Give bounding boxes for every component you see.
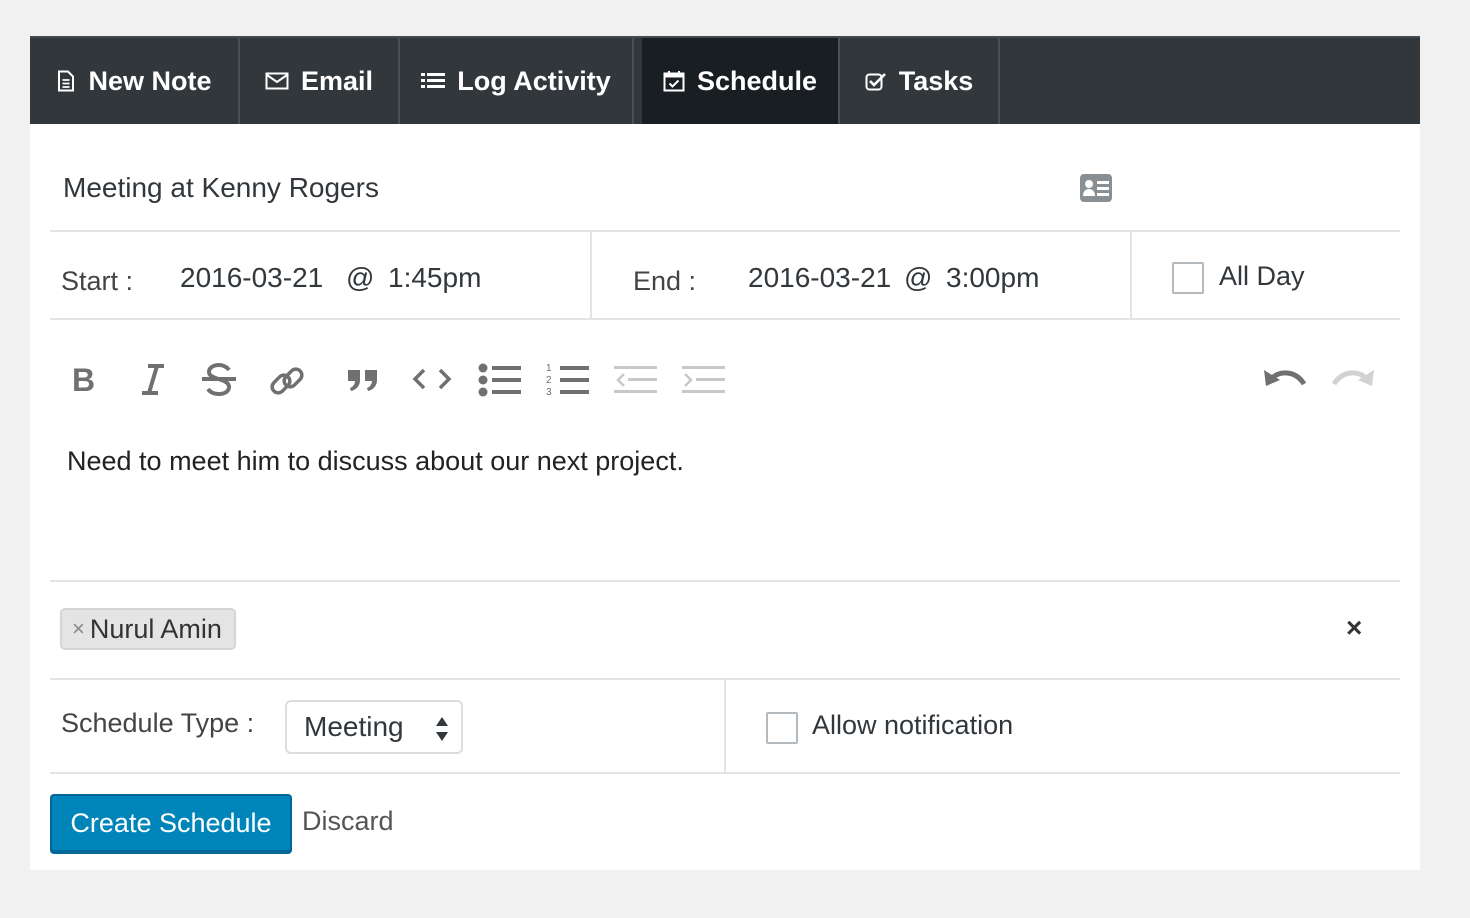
tab-schedule[interactable]: Schedule xyxy=(642,38,840,124)
discard-link[interactable]: Discard xyxy=(302,806,394,837)
activity-panel: New Note Email Log Activity Schedule Tas… xyxy=(30,36,1420,870)
type-row: Schedule Type : Meeting Allow notificati… xyxy=(50,680,1400,774)
allow-notification-checkbox[interactable] xyxy=(766,712,798,744)
start-date-field[interactable]: 2016-03-21 xyxy=(180,262,323,294)
end-date-field[interactable]: 2016-03-21 xyxy=(748,262,891,294)
end-at-sign: @ xyxy=(904,262,933,293)
date-divider xyxy=(1130,232,1132,318)
tab-bar: New Note Email Log Activity Schedule Tas… xyxy=(30,36,1420,124)
strikethrough-icon[interactable] xyxy=(200,362,238,401)
attendees-row: × Nurul Amin × xyxy=(50,582,1400,680)
file-text-icon xyxy=(56,70,76,92)
contact-card-icon[interactable] xyxy=(1080,174,1112,207)
date-row: Start : 2016-03-21 @ 1:45pm End : 2016-0… xyxy=(50,232,1400,320)
redo-icon[interactable] xyxy=(1330,362,1376,401)
tab-tasks[interactable]: Tasks xyxy=(840,38,1000,124)
calendar-check-icon xyxy=(663,70,685,92)
end-label: End : xyxy=(633,266,697,296)
tab-label: Email xyxy=(300,65,374,96)
svg-text:B: B xyxy=(72,362,95,396)
link-icon[interactable] xyxy=(268,362,306,405)
schedule-type-value: Meeting xyxy=(304,711,404,742)
check-square-icon xyxy=(865,71,887,91)
blockquote-icon[interactable] xyxy=(346,362,380,401)
svg-text:3: 3 xyxy=(546,387,552,398)
svg-text:2: 2 xyxy=(546,375,552,386)
bold-icon[interactable]: B xyxy=(70,362,100,401)
tab-new-note[interactable]: New Note xyxy=(30,38,240,124)
schedule-title-input[interactable]: Meeting at Kenny Rogers xyxy=(63,172,379,204)
create-schedule-button[interactable]: Create Schedule xyxy=(50,794,292,852)
attendee-name: Nurul Amin xyxy=(89,613,222,644)
italic-icon[interactable] xyxy=(138,362,168,401)
start-label: Start : xyxy=(61,266,134,296)
tab-label: Tasks xyxy=(898,65,974,96)
undo-icon[interactable] xyxy=(1262,362,1308,401)
type-divider xyxy=(724,680,726,772)
bullet-list-icon[interactable] xyxy=(478,362,522,403)
list-icon xyxy=(421,71,446,91)
schedule-type-select[interactable]: Meeting xyxy=(285,700,463,754)
tab-label: New Note xyxy=(88,65,212,96)
outdent-icon[interactable] xyxy=(614,362,658,403)
all-day-label: All Day xyxy=(1219,261,1305,291)
tab-email[interactable]: Email xyxy=(240,38,400,124)
form-actions: Create Schedule Discard xyxy=(50,794,1400,854)
allow-notification-label: Allow notification xyxy=(812,710,1014,740)
remove-tag-icon[interactable]: × xyxy=(72,616,85,642)
tab-log-activity[interactable]: Log Activity xyxy=(400,38,634,124)
code-icon[interactable] xyxy=(412,362,452,401)
tab-label: Log Activity xyxy=(457,65,611,96)
envelope-icon xyxy=(265,72,289,90)
title-row: Meeting at Kenny Rogers xyxy=(50,124,1400,232)
end-time-field[interactable]: 3:00pm xyxy=(946,262,1039,294)
date-divider xyxy=(590,232,592,318)
svg-text:1: 1 xyxy=(546,363,552,374)
all-day-checkbox[interactable] xyxy=(1172,262,1204,294)
tab-label: Schedule xyxy=(696,65,818,96)
attendee-tag: × Nurul Amin xyxy=(60,608,236,650)
clear-attendees-icon[interactable]: × xyxy=(1346,612,1362,644)
editor-body[interactable]: Need to meet him to discuss about our ne… xyxy=(67,446,684,477)
select-arrows-icon xyxy=(435,716,449,749)
indent-icon[interactable] xyxy=(682,362,726,403)
editor-row: B 1 2 3 Need to meet him to discuss abou… xyxy=(50,320,1400,582)
numbered-list-icon[interactable]: 123 xyxy=(546,362,590,403)
start-time-field[interactable]: 1:45pm xyxy=(388,262,481,294)
schedule-type-label: Schedule Type : xyxy=(61,708,255,738)
start-at-sign: @ xyxy=(346,262,375,293)
